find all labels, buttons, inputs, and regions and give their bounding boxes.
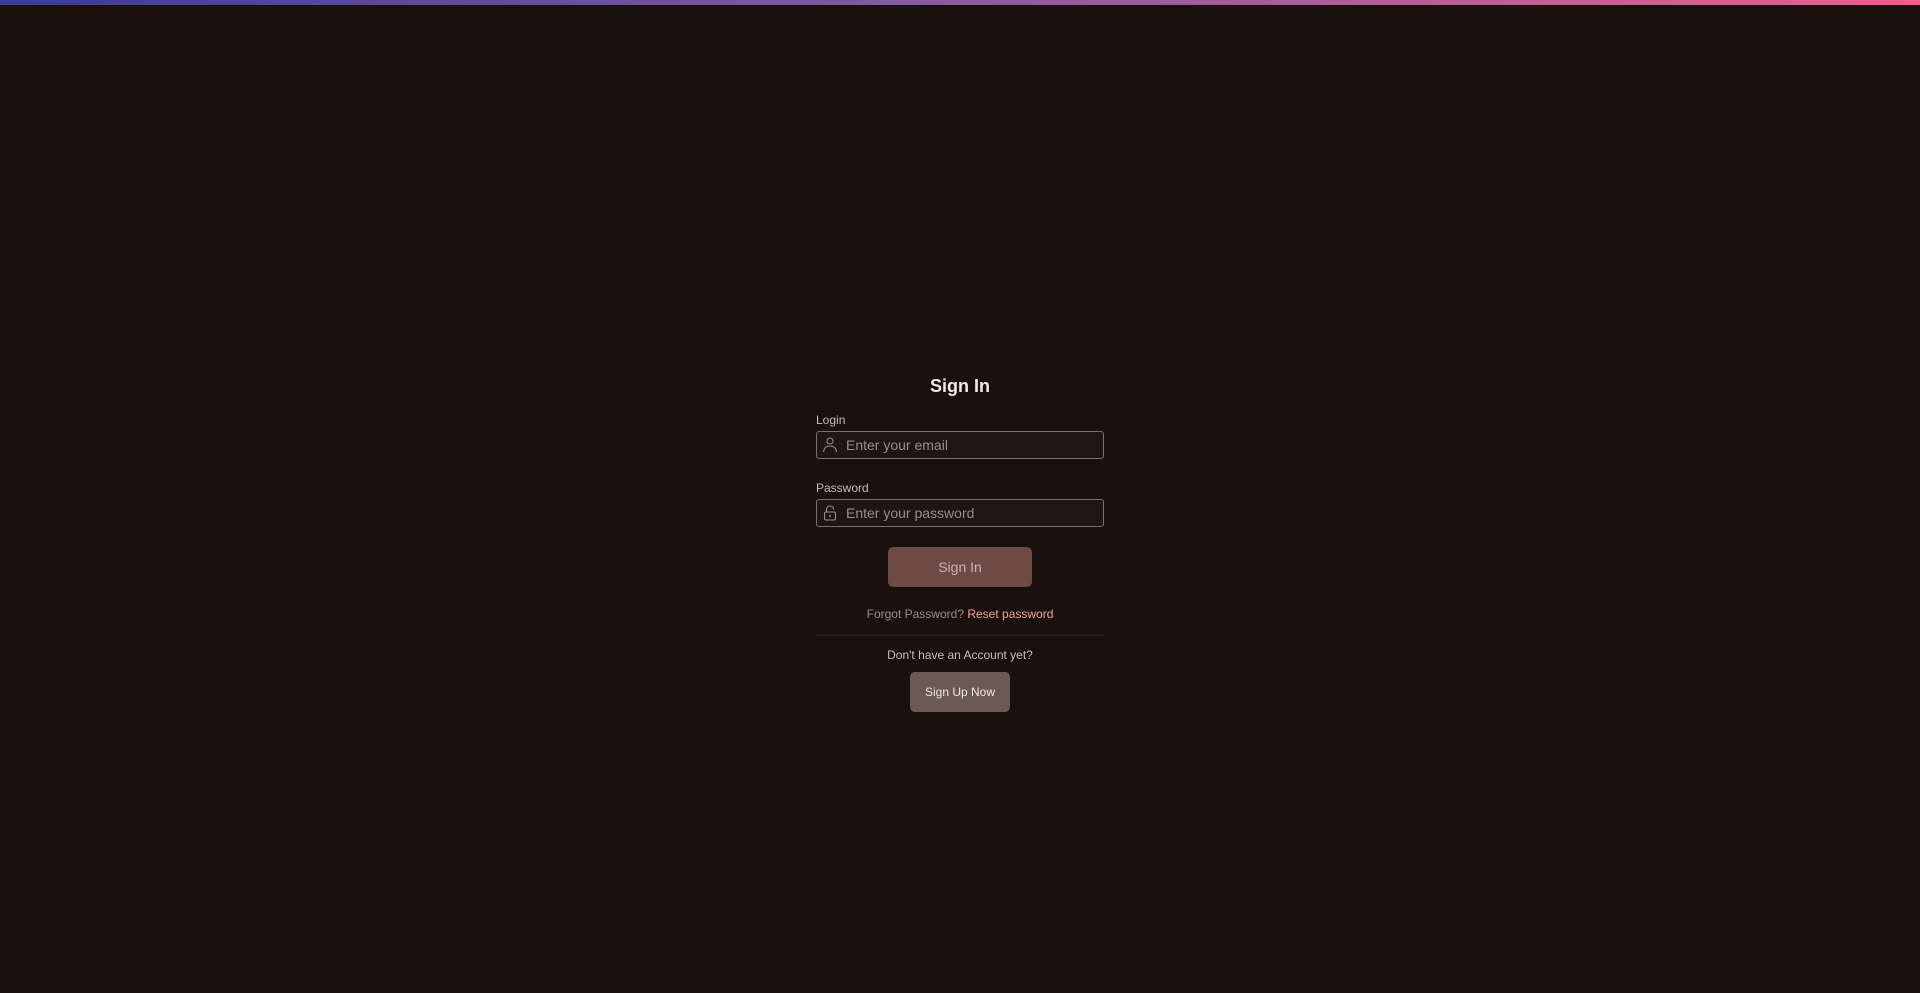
lock-icon	[821, 504, 839, 522]
forgot-password-text: Forgot Password?	[866, 607, 964, 621]
reset-password-link[interactable]: Reset password	[967, 607, 1053, 621]
sign-up-button[interactable]: Sign Up Now	[910, 672, 1010, 712]
sign-in-card: Sign In Login Password Sign In Forgot Pa…	[816, 374, 1104, 712]
password-input[interactable]	[846, 500, 1098, 526]
login-field-wrapper	[816, 431, 1104, 459]
sign-in-button[interactable]: Sign In	[888, 547, 1032, 587]
email-input[interactable]	[846, 432, 1098, 458]
page-title: Sign In	[930, 376, 990, 396]
no-account-text: Don't have an Account yet?	[887, 648, 1033, 662]
password-label: Password	[816, 481, 869, 495]
forgot-password-row: Forgot Password? Reset password	[816, 607, 1104, 621]
password-field-wrapper	[816, 499, 1104, 527]
login-label: Login	[816, 413, 846, 427]
divider	[816, 635, 1104, 636]
top-gradient-bar	[0, 0, 1920, 5]
user-icon	[821, 436, 839, 454]
